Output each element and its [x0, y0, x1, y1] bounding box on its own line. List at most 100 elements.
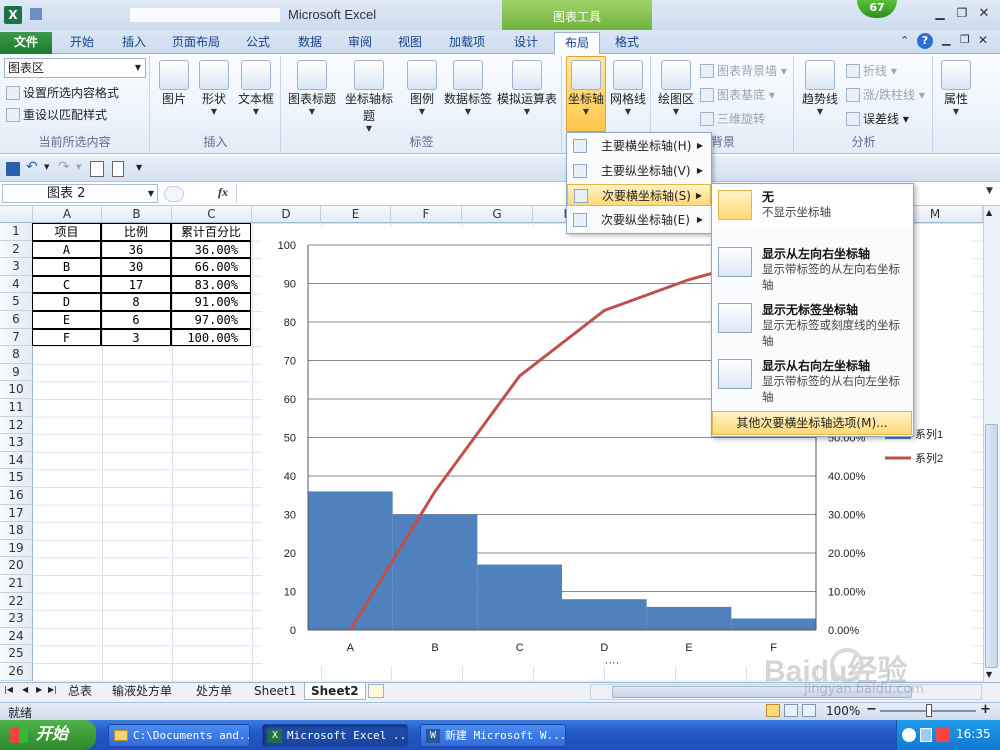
redo-dropdown-icon[interactable]: ▼ — [76, 163, 81, 171]
formula-bar-divider-handle[interactable] — [164, 186, 184, 202]
zoom-slider-thumb[interactable] — [926, 704, 932, 717]
row-header-17[interactable]: 17 — [0, 504, 33, 523]
minimize-window-icon[interactable]: ▁ — [932, 6, 948, 22]
row-header-15[interactable]: 15 — [0, 469, 33, 487]
table-cell[interactable]: 3 — [101, 328, 171, 347]
sheet-nav-next-icon[interactable]: ▶ — [36, 685, 42, 694]
new-document-icon[interactable] — [112, 161, 124, 177]
chart-element-dropdown[interactable]: 图表区 ▼ — [4, 58, 146, 78]
gridlines-button[interactable]: 网格线 ▼ — [608, 60, 648, 117]
sheet-tab-prescription[interactable]: 处方单 — [190, 683, 238, 700]
3d-rotation-button[interactable]: 三维旋转 — [700, 110, 765, 127]
up-down-bars-button[interactable]: 涨/跌柱线 ▾ — [846, 86, 925, 103]
reset-style-button[interactable]: 重设以匹配样式 — [6, 106, 107, 123]
help-icon[interactable]: ? — [917, 33, 933, 49]
data-labels-button[interactable]: 数据标签 ▼ — [442, 60, 494, 117]
row-header-26[interactable]: 26 — [0, 663, 33, 681]
row-header-25[interactable]: 25 — [0, 645, 33, 663]
column-header-e[interactable]: E — [321, 206, 391, 223]
axes-menu-item-0[interactable]: 主要横坐标轴(H) ▶ — [567, 135, 711, 157]
submenu-option-1[interactable]: 显示从左向右坐标轴 显示带标签的从左向右坐标轴 — [712, 243, 912, 297]
table-cell[interactable]: 100.00% — [171, 328, 251, 347]
excel-logo-icon[interactable]: X — [4, 6, 22, 24]
axis-title-button[interactable]: 坐标轴标题 ▼ — [340, 60, 398, 134]
table-cell[interactable]: 6 — [101, 311, 171, 329]
row-header-6[interactable]: 6 — [0, 311, 33, 329]
sheet-nav-first-icon[interactable]: |◀ — [4, 685, 13, 694]
legend-button[interactable]: 图例 ▼ — [404, 60, 440, 117]
row-header-7[interactable]: 7 — [0, 328, 33, 347]
insert-picture-button[interactable]: 图片 — [156, 60, 192, 107]
scroll-up-icon[interactable]: ▲ — [986, 208, 992, 217]
row-header-24[interactable]: 24 — [0, 627, 33, 646]
row-header-4[interactable]: 4 — [0, 275, 33, 294]
row-header-19[interactable]: 19 — [0, 539, 33, 558]
column-header-c[interactable]: C — [172, 206, 252, 223]
tab-addins[interactable]: 加载项 — [440, 32, 494, 54]
tray-icon-app[interactable] — [936, 728, 950, 742]
tab-page-layout[interactable]: 页面布局 — [164, 32, 228, 54]
table-header-cell[interactable]: 比例 — [101, 223, 171, 241]
sheet-tab-sheet2[interactable]: Sheet2 — [304, 683, 366, 700]
properties-button[interactable]: 属性 ▼ — [938, 60, 974, 117]
row-header-1[interactable]: 1 — [0, 223, 33, 241]
name-box[interactable]: 图表 2 ▼ — [2, 184, 158, 203]
row-header-10[interactable]: 10 — [0, 381, 33, 399]
submenu-option-0[interactable]: 无不显示坐标轴 — [712, 186, 912, 226]
tab-view[interactable]: 视图 — [388, 32, 432, 54]
tab-layout[interactable]: 布局 — [554, 32, 600, 55]
submenu-option-3[interactable]: 显示从右向左坐标轴 显示带标签的从右向左坐标轴 — [712, 355, 912, 409]
row-header-5[interactable]: 5 — [0, 293, 33, 311]
table-cell[interactable]: 36 — [101, 240, 171, 259]
table-cell[interactable]: F — [32, 328, 101, 347]
tab-file[interactable]: 文件 — [0, 32, 52, 54]
row-header-2[interactable]: 2 — [0, 240, 33, 259]
tab-data[interactable]: 数据 — [288, 32, 332, 54]
taskbar-item-excel[interactable]: X Microsoft Excel ... — [262, 724, 408, 747]
sheet-tab-sheet1[interactable]: Sheet1 — [248, 683, 302, 700]
select-all-corner[interactable] — [0, 206, 33, 223]
table-cell[interactable]: A — [32, 240, 101, 259]
axes-button[interactable]: 坐标轴 ▼ — [566, 56, 606, 132]
axes-menu-item-2[interactable]: 次要横坐标轴(S) ▶ — [567, 184, 711, 206]
table-header-cell[interactable]: 累计百分比 — [171, 223, 251, 241]
table-cell[interactable]: 36.00% — [171, 240, 251, 259]
close-window-icon[interactable]: ✕ — [976, 6, 992, 22]
trendline-button[interactable]: 趋势线 ▼ — [800, 60, 840, 117]
table-cell[interactable]: 91.00% — [171, 293, 251, 311]
row-header-12[interactable]: 12 — [0, 416, 33, 435]
table-cell[interactable]: C — [32, 275, 101, 294]
column-header-b[interactable]: B — [102, 206, 172, 223]
table-cell[interactable]: 97.00% — [171, 311, 251, 329]
insert-shapes-button[interactable]: 形状 ▼ — [196, 60, 232, 117]
table-cell[interactable]: 30 — [101, 258, 171, 276]
normal-view-icon[interactable] — [766, 704, 780, 717]
ribbon-collapse-icon[interactable]: ⌃ — [900, 34, 909, 47]
format-selection-button[interactable]: 设置所选内容格式 — [6, 84, 119, 101]
row-header-9[interactable]: 9 — [0, 363, 33, 382]
axes-menu-item-3[interactable]: 次要纵坐标轴(E) ▶ — [567, 209, 711, 231]
sheet-nav-prev-icon[interactable]: ◀ — [22, 685, 28, 694]
submenu-option-2[interactable]: 显示无标签坐标轴 显示无标签或刻度线的坐标轴 — [712, 299, 912, 353]
sheet-tab-zongbiao[interactable]: 总表 — [62, 683, 98, 700]
insert-sheet-icon[interactable] — [368, 684, 384, 698]
table-cell[interactable]: 17 — [101, 275, 171, 294]
table-cell[interactable]: D — [32, 293, 101, 311]
table-cell[interactable]: E — [32, 311, 101, 329]
scroll-down-icon[interactable]: ▼ — [986, 670, 992, 679]
taskbar-item-word[interactable]: W 新建 Microsoft W... — [420, 724, 566, 747]
table-cell[interactable]: B — [32, 258, 101, 276]
undo-dropdown-icon[interactable]: ▼ — [44, 163, 49, 171]
chart-title-button[interactable]: 图表标题 ▼ — [286, 60, 338, 117]
row-header-23[interactable]: 23 — [0, 610, 33, 628]
workbook-restore-icon[interactable]: ❐ — [960, 33, 970, 46]
row-header-21[interactable]: 21 — [0, 575, 33, 593]
expand-formula-bar-icon[interactable]: ▼ — [986, 186, 993, 196]
vertical-scroll-thumb[interactable] — [985, 424, 998, 668]
column-header-d[interactable]: D — [252, 206, 321, 223]
row-header-16[interactable]: 16 — [0, 487, 33, 505]
row-header-22[interactable]: 22 — [0, 592, 33, 611]
redo-icon[interactable]: ↷ — [58, 159, 70, 175]
table-cell[interactable]: 66.00% — [171, 258, 251, 276]
row-header-18[interactable]: 18 — [0, 522, 33, 540]
